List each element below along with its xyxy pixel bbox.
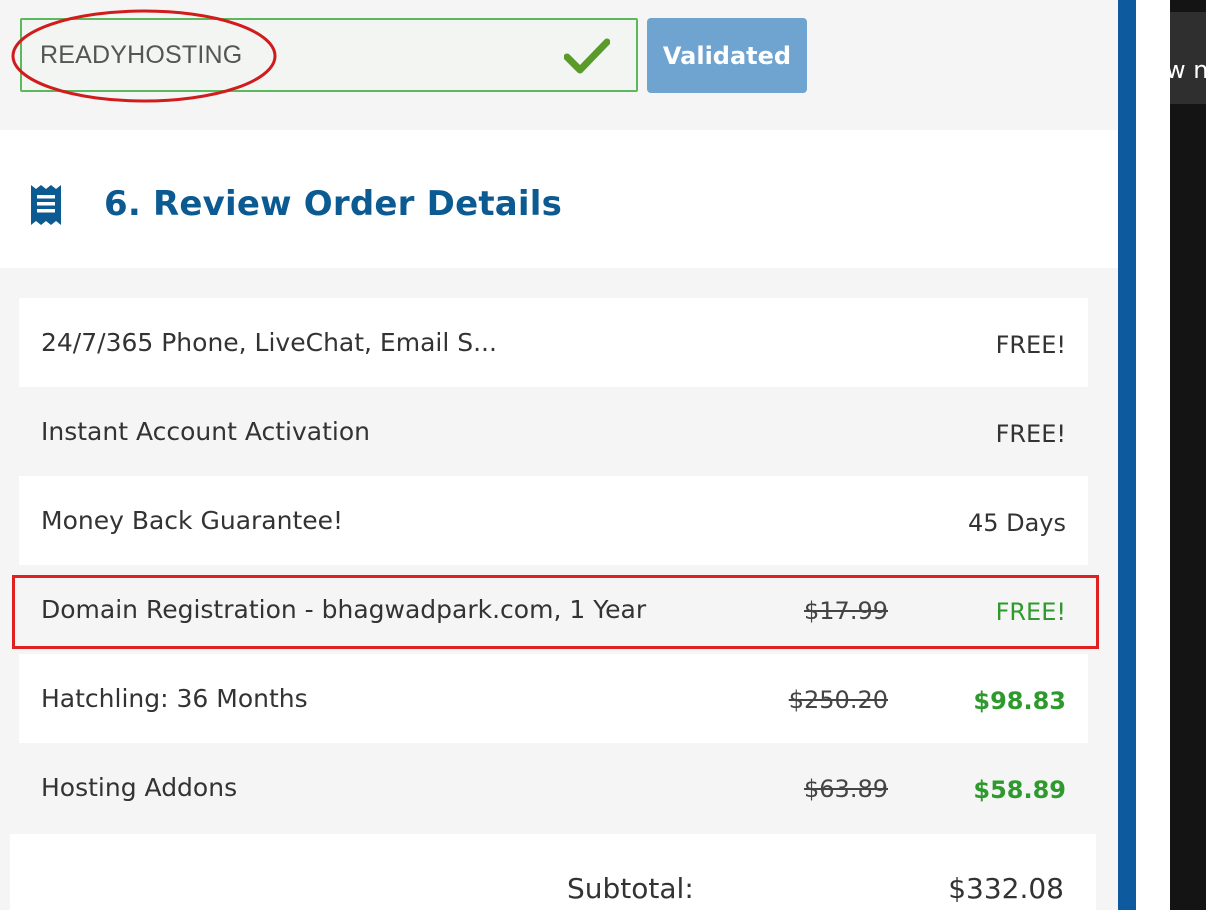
row-label: Hosting Addons (41, 773, 238, 802)
checkmark-icon (564, 38, 610, 74)
promo-code-area: READYHOSTING Validated (0, 0, 1118, 130)
subtotal-row: Subtotal: $332.08 (10, 834, 1096, 910)
validated-button[interactable]: Validated (647, 18, 807, 93)
promo-code-value: READYHOSTING (40, 40, 243, 69)
promo-code-input[interactable]: READYHOSTING (20, 18, 638, 92)
dark-side-panel: w n (1170, 0, 1206, 910)
row-label: 24/7/365 Phone, LiveChat, Email S... (41, 328, 497, 357)
section-title: 6. Review Order Details (104, 184, 563, 224)
dark-panel-tab-text: w n (1170, 56, 1206, 84)
row-original-price: $17.99 (804, 597, 888, 625)
subtotal-label: Subtotal: (567, 872, 694, 905)
dark-panel-tab[interactable]: w n (1170, 12, 1206, 104)
order-row-addons: Hosting Addons $63.89 $58.89 (19, 743, 1088, 832)
order-row-domain: Domain Registration - bhagwadpark.com, 1… (19, 565, 1088, 654)
row-price: $98.83 (973, 687, 1066, 715)
sidebar-divider (1118, 0, 1136, 910)
row-original-price: $63.89 (804, 775, 888, 803)
subtotal-value: $332.08 (948, 872, 1064, 905)
row-price: FREE! (995, 420, 1066, 448)
order-row-hatchling: Hatchling: 36 Months $250.20 $98.83 (19, 654, 1088, 743)
receipt-icon (31, 185, 61, 225)
row-price: 45 Days (967, 509, 1066, 537)
row-label: Hatchling: 36 Months (41, 684, 308, 713)
row-price: $58.89 (973, 776, 1066, 804)
order-row-activation: Instant Account Activation FREE! (19, 387, 1088, 476)
row-label: Domain Registration - bhagwadpark.com, 1… (41, 595, 647, 624)
review-order-header: 6. Review Order Details (0, 130, 1118, 268)
order-row-guarantee: Money Back Guarantee! 45 Days (19, 476, 1088, 565)
order-row-support: 24/7/365 Phone, LiveChat, Email S... FRE… (19, 298, 1088, 387)
row-label: Instant Account Activation (41, 417, 371, 446)
gutter (1136, 0, 1170, 910)
row-original-price: $250.20 (788, 686, 888, 714)
row-price: FREE! (995, 331, 1066, 359)
row-price: FREE! (995, 598, 1066, 626)
row-label: Money Back Guarantee! (41, 506, 344, 535)
